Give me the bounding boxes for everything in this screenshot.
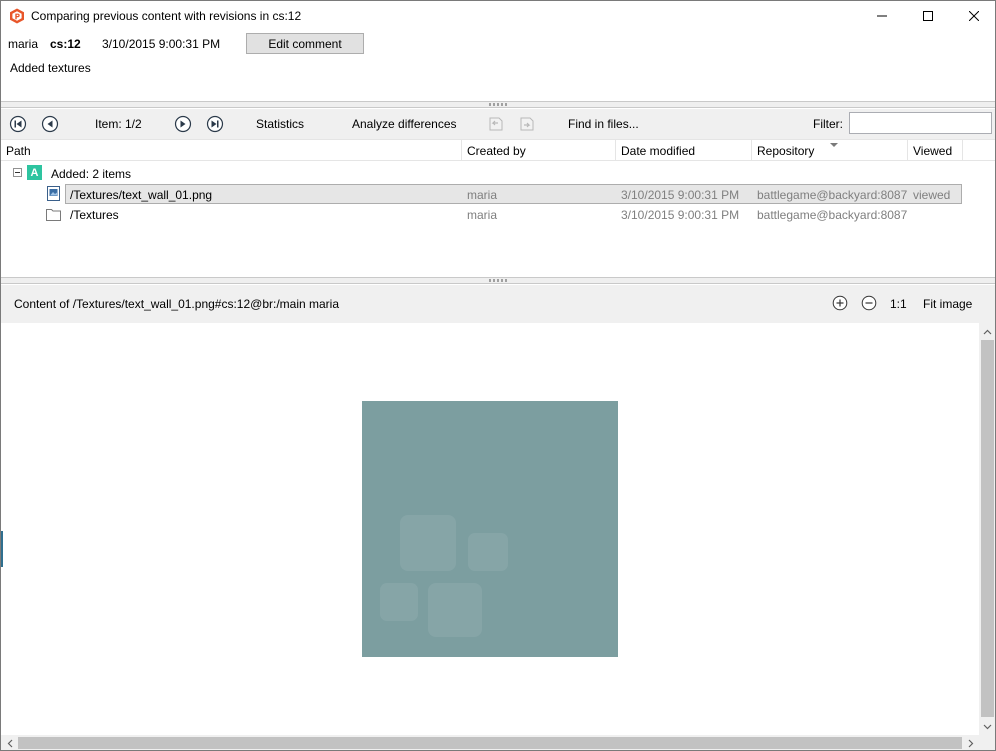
vertical-scrollbar[interactable]: [979, 323, 995, 735]
row-viewed: viewed: [913, 188, 951, 202]
texture-placeholder-icon: [380, 515, 508, 637]
window-title: Comparing previous content with revision…: [31, 9, 302, 23]
plastic-scm-logo-icon: [10, 8, 24, 24]
folder-icon: [46, 209, 61, 221]
content-title: Content of /Textures/text_wall_01.png#cs…: [14, 297, 340, 311]
row-created-by: maria: [467, 208, 498, 222]
minimize-icon[interactable]: [859, 1, 905, 31]
scroll-right-icon[interactable]: [962, 735, 979, 750]
row-repository: battlegame@backyard:8087: [757, 188, 908, 202]
close-icon[interactable]: [951, 1, 995, 31]
texture-preview-image: [362, 401, 618, 657]
row-date-modified: 3/10/2015 9:00:31 PM: [621, 208, 740, 222]
item-counter: Item: 1/2: [95, 117, 142, 131]
changeset-date: 3/10/2015 9:00:31 PM: [102, 37, 221, 51]
content-header: Content of /Textures/text_wall_01.png#cs…: [1, 285, 995, 323]
scroll-left-icon[interactable]: [1, 735, 18, 750]
last-item-icon[interactable]: [206, 115, 224, 133]
actual-size-button[interactable]: 1:1: [890, 297, 907, 311]
previous-item-icon[interactable]: [41, 115, 59, 133]
row-created-by: maria: [467, 188, 498, 202]
filter-input[interactable]: [849, 112, 992, 134]
next-item-icon[interactable]: [174, 115, 192, 133]
scroll-down-icon[interactable]: [979, 718, 995, 735]
row-path: /Textures: [70, 208, 119, 222]
changeset-user: maria: [8, 37, 39, 51]
scrollbar-corner: [979, 735, 995, 750]
first-item-icon[interactable]: [9, 115, 27, 133]
navigate-forward-icon[interactable]: [518, 115, 536, 133]
compare-window: Comparing previous content with revision…: [0, 0, 996, 751]
filter-label: Filter:: [813, 117, 843, 131]
splitter-grip-icon: [489, 103, 507, 106]
title-bar: Comparing previous content with revision…: [1, 1, 995, 31]
top-splitter[interactable]: [1, 101, 995, 108]
changes-tree: A Added: 2 items /Textures/text_wall_01.…: [1, 161, 995, 277]
row-repository: battlegame@backyard:8087: [757, 208, 908, 222]
column-header-created-by[interactable]: Created by: [462, 140, 616, 160]
added-status-icon: A: [27, 165, 42, 180]
vertical-scroll-thumb[interactable]: [981, 340, 994, 717]
left-edge-accent: [1, 531, 3, 567]
image-file-icon: [47, 186, 60, 201]
navigation-toolbar: Item: 1/2 Statistics Analyze differences…: [1, 109, 995, 139]
scroll-up-icon[interactable]: [979, 323, 995, 340]
statistics-button[interactable]: Statistics: [256, 117, 304, 131]
group-label-added[interactable]: Added: 2 items: [51, 167, 131, 181]
navigate-back-icon[interactable]: [487, 115, 505, 133]
row-date-modified: 3/10/2015 9:00:31 PM: [621, 188, 740, 202]
column-header-repository[interactable]: Repository: [752, 140, 908, 160]
edit-comment-button[interactable]: Edit comment: [246, 33, 364, 54]
middle-splitter[interactable]: [1, 277, 995, 284]
table-row[interactable]: /Textures/text_wall_01.png maria 3/10/20…: [65, 184, 962, 204]
horizontal-scrollbar[interactable]: [1, 735, 979, 750]
image-preview-area: [1, 323, 979, 735]
fit-image-button[interactable]: Fit image: [923, 297, 972, 311]
find-in-files-button[interactable]: Find in files...: [568, 117, 639, 131]
analyze-differences-button[interactable]: Analyze differences: [352, 117, 457, 131]
collapse-icon[interactable]: [13, 168, 22, 177]
column-header-repository-label: Repository: [757, 144, 815, 158]
column-header-path[interactable]: Path: [1, 140, 462, 160]
horizontal-scroll-thumb[interactable]: [18, 737, 962, 749]
changeset-id: cs:12: [50, 37, 81, 51]
table-row[interactable]: /Textures maria 3/10/2015 9:00:31 PM bat…: [65, 205, 962, 225]
column-header-viewed[interactable]: Viewed: [908, 140, 963, 160]
maximize-icon[interactable]: [905, 1, 951, 31]
zoom-out-icon[interactable]: [861, 295, 877, 311]
sort-descending-icon: [830, 143, 838, 147]
changeset-comment: Added textures: [10, 61, 91, 75]
zoom-in-icon[interactable]: [832, 295, 848, 311]
column-header-date-modified[interactable]: Date modified: [616, 140, 752, 160]
row-path: /Textures/text_wall_01.png: [70, 188, 213, 202]
splitter-grip-icon: [489, 279, 507, 282]
column-header-row: Path Created by Date modified Repository…: [1, 139, 995, 161]
